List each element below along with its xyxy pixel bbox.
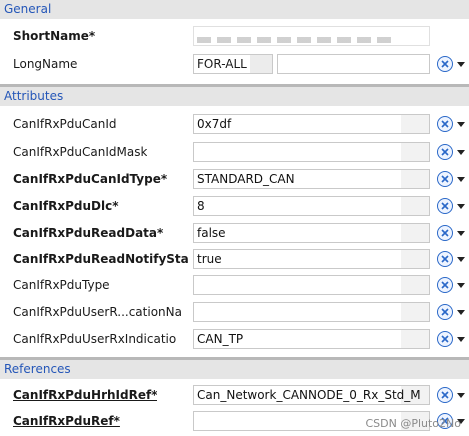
- watermark: CSDN @Pluto2No: [365, 417, 461, 430]
- shortname-field[interactable]: [193, 26, 430, 46]
- chevron-down-icon[interactable]: [457, 283, 465, 288]
- x-circle-icon[interactable]: [437, 171, 453, 187]
- attribute-row-1-label: CanIfRxPduCanIdMask: [13, 145, 148, 159]
- attribute-row-2-label: CanIfRxPduCanIdType*: [13, 172, 168, 186]
- section-attributes: Attributes: [0, 84, 469, 106]
- chevron-down-icon[interactable]: [457, 204, 465, 209]
- attribute-row-5-label: CanIfRxPduReadNotifySta: [13, 252, 189, 266]
- attribute-row-4-label: CanIfRxPduReadData*: [13, 226, 164, 240]
- longname-label: LongName: [13, 57, 78, 71]
- attribute-row-6-field[interactable]: [193, 275, 430, 295]
- x-circle-icon[interactable]: [437, 144, 453, 160]
- reference-row-1-label: CanIfRxPduRef*: [13, 414, 120, 428]
- x-circle-icon[interactable]: [437, 387, 453, 403]
- longname-language-field[interactable]: FOR-ALL: [193, 54, 273, 74]
- chevron-down-icon[interactable]: [457, 177, 465, 182]
- attribute-row-8-field[interactable]: CAN_TP: [193, 329, 430, 349]
- attribute-row-3-label: CanIfRxPduDlc*: [13, 199, 119, 213]
- x-circle-icon[interactable]: [437, 225, 453, 241]
- attribute-row-5-field[interactable]: true: [193, 249, 430, 269]
- reference-row-0-field[interactable]: Can_Network_CANNODE_0_Rx_Std_M: [193, 385, 430, 405]
- chevron-down-icon[interactable]: [457, 337, 465, 342]
- x-circle-icon[interactable]: [437, 56, 453, 72]
- chevron-down-icon[interactable]: [457, 310, 465, 315]
- x-circle-icon[interactable]: [437, 277, 453, 293]
- chevron-down-icon[interactable]: [457, 231, 465, 236]
- reference-row-0-label: CanIfRxPduHrhIdRef*: [13, 388, 158, 402]
- x-circle-icon[interactable]: [437, 331, 453, 347]
- shortname-label: ShortName*: [13, 29, 96, 43]
- chevron-down-icon[interactable]: [457, 62, 465, 67]
- attribute-row-7-field[interactable]: [193, 302, 430, 322]
- attribute-row-1-field[interactable]: [193, 142, 430, 162]
- section-references: References: [0, 357, 469, 379]
- x-circle-icon[interactable]: [437, 198, 453, 214]
- section-general: General: [0, 0, 469, 19]
- chevron-down-icon[interactable]: [457, 150, 465, 155]
- attribute-row-2-field[interactable]: STANDARD_CAN: [193, 169, 430, 189]
- chevron-down-icon[interactable]: [457, 393, 465, 398]
- attribute-row-6-label: CanIfRxPduType: [13, 278, 110, 292]
- attribute-row-0-field[interactable]: 0x7df: [193, 114, 430, 134]
- attribute-row-0-label: CanIfRxPduCanId: [13, 117, 117, 131]
- attribute-row-4-field[interactable]: false: [193, 223, 430, 243]
- attribute-row-8-label: CanIfRxPduUserRxIndicatio: [13, 332, 177, 346]
- attribute-row-3-field[interactable]: 8: [193, 196, 430, 216]
- x-circle-icon[interactable]: [437, 116, 453, 132]
- x-circle-icon[interactable]: [437, 304, 453, 320]
- chevron-down-icon[interactable]: [457, 257, 465, 262]
- x-circle-icon[interactable]: [437, 251, 453, 267]
- shortname-redacted-value: [197, 37, 397, 43]
- chevron-down-icon[interactable]: [457, 122, 465, 127]
- longname-value-field[interactable]: [277, 54, 430, 74]
- attribute-row-7-label: CanIfRxPduUserR...cationNa: [13, 305, 182, 319]
